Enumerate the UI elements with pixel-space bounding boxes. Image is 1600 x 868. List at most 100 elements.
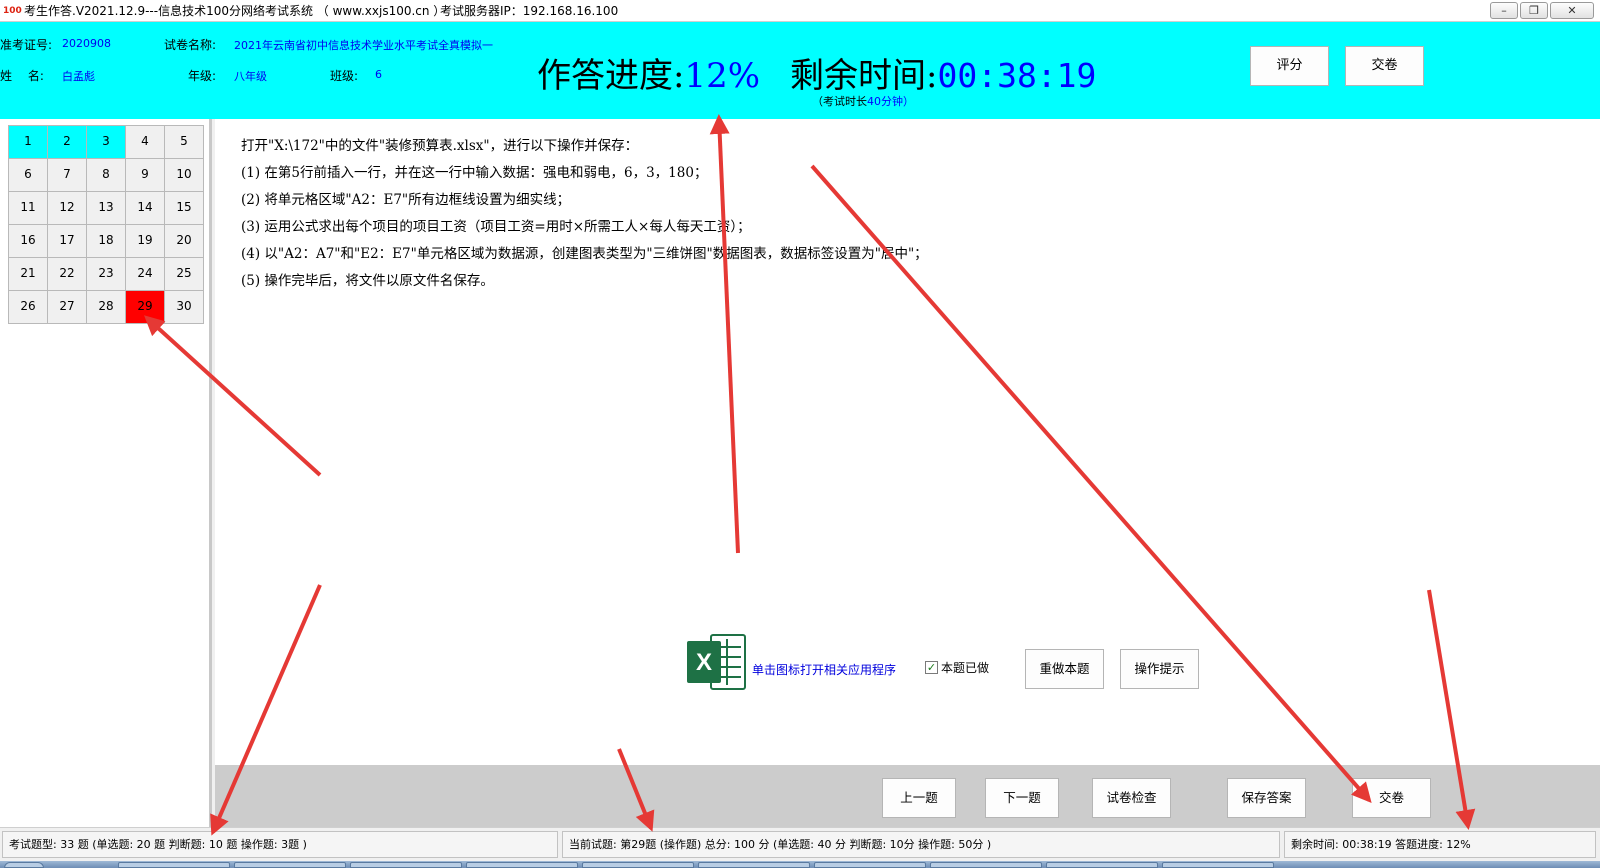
operation-hint-button[interactable]: 操作提示 <box>1120 649 1199 689</box>
question-number-cell[interactable]: 26 <box>8 290 48 324</box>
check-paper-button[interactable]: 试卷检查 <box>1092 778 1171 818</box>
taskbar-item[interactable] <box>466 862 578 868</box>
status-exam-summary: 考试题型: 33 题 (单选题: 20 题 判断题: 10 题 操作题: 3题 … <box>2 831 558 858</box>
question-number-cell[interactable]: 4 <box>125 125 165 159</box>
server-ip-label: 考试服务器IP：192.168.16.100 <box>440 4 619 18</box>
redo-question-button[interactable]: 重做本题 <box>1025 649 1104 689</box>
question-number-cell[interactable]: 24 <box>125 257 165 291</box>
class-value: 6 <box>375 68 382 81</box>
duration-prefix: （考试时长 <box>812 95 867 108</box>
os-taskbar <box>0 861 1600 868</box>
taskbar-item[interactable] <box>350 862 462 868</box>
remaining-time-display: 剩余时间:00:38:19 <box>790 48 1096 97</box>
question-number-cell[interactable]: 7 <box>47 158 87 192</box>
question-number-cell[interactable]: 13 <box>86 191 126 225</box>
question-number-cell[interactable]: 21 <box>8 257 48 291</box>
question-number-cell[interactable]: 18 <box>86 224 126 258</box>
question-number-cell[interactable]: 22 <box>47 257 87 291</box>
header-submit-button[interactable]: 交卷 <box>1345 46 1424 86</box>
question-number-cell[interactable]: 28 <box>86 290 126 324</box>
time-value: 00:38:19 <box>937 56 1097 95</box>
save-answer-button[interactable]: 保存答案 <box>1227 778 1306 818</box>
done-checkbox[interactable]: ✓ <box>925 661 938 674</box>
restore-button[interactable]: ❐ <box>1520 2 1548 19</box>
grade-value: 八年级 <box>234 70 267 83</box>
window-titlebar: 100 考生作答.V2021.12.9---信息技术100分网络考试系统 （ w… <box>0 0 1600 22</box>
taskbar-item[interactable] <box>582 862 694 868</box>
window-controls: – ❐ ✕ <box>1490 2 1594 19</box>
done-checkbox-label: 本题已做 <box>941 661 990 675</box>
question-number-cell[interactable]: 12 <box>47 191 87 225</box>
taskbar-item[interactable] <box>698 862 810 868</box>
window-title: 考生作答.V2021.12.9---信息技术100分网络考试系统 （ www.x… <box>24 4 446 18</box>
question-nav-panel: 1 2 3 4 5 6 7 8 9 10 11 12 13 14 15 16 17 18 19 20 21 22 23 24 2… <box>0 119 212 827</box>
taskbar-item[interactable] <box>1046 862 1158 868</box>
question-content-area: 打开"X:\172"中的文件"装修预算表.xlsx"，进行以下操作并保存： (1)… <box>215 119 1600 765</box>
class-label: 班级: <box>330 69 359 83</box>
question-number-cell[interactable]: 11 <box>8 191 48 225</box>
status-current-question: 当前试题: 第29题 (操作题) 总分: 100 分 (单选题: 40 分 判断… <box>562 831 1280 858</box>
taskbar-item[interactable] <box>930 862 1042 868</box>
question-line: (3) 运用公式求出每个项目的项目工资（项目工资=用时×所需工人×每人每天工资）… <box>241 219 751 235</box>
taskbar-item[interactable] <box>234 862 346 868</box>
taskbar-item[interactable] <box>814 862 926 868</box>
question-line: (5) 操作完毕后，将文件以原文件名保存。 <box>241 273 494 289</box>
question-nav-bar: 上一题 下一题 试卷检查 保存答案 交卷 <box>215 765 1600 827</box>
question-number-cell[interactable]: 27 <box>47 290 87 324</box>
taskbar-item[interactable] <box>1162 862 1274 868</box>
paper-label: 试卷名称: <box>164 38 217 52</box>
next-question-button[interactable]: 下一题 <box>985 778 1059 818</box>
score-button[interactable]: 评分 <box>1250 46 1329 86</box>
close-button[interactable]: ✕ <box>1550 2 1594 19</box>
exam-header: 准考证号: 2020908 试卷名称: 2021年云南省初中信息技术学业水平考试… <box>0 22 1600 119</box>
name-label: 姓 名: <box>0 69 44 83</box>
question-number-cell[interactable]: 15 <box>164 191 204 225</box>
excel-icon[interactable]: X <box>685 631 747 693</box>
start-button[interactable] <box>4 862 44 868</box>
name-value: 白孟彪 <box>62 70 95 83</box>
question-number-cell[interactable]: 30 <box>164 290 204 324</box>
ticket-label: 准考证号: <box>0 38 53 52</box>
question-number-cell[interactable]: 20 <box>164 224 204 258</box>
minimize-button[interactable]: – <box>1490 2 1518 19</box>
time-label: 剩余时间: <box>790 56 938 96</box>
progress-display: 作答进度:12% <box>537 48 760 97</box>
question-number-cell[interactable]: 5 <box>164 125 204 159</box>
question-number-cell[interactable]: 14 <box>125 191 165 225</box>
question-text: 打开"X:\172"中的文件"装修预算表.xlsx"，进行以下操作并保存： (1)… <box>241 133 928 295</box>
svg-text:X: X <box>696 649 712 676</box>
ticket-value: 2020908 <box>62 37 111 50</box>
question-number-cell[interactable]: 25 <box>164 257 204 291</box>
question-number-cell[interactable]: 23 <box>86 257 126 291</box>
grade-label: 年级: <box>188 69 217 83</box>
question-line: 打开"X:\172"中的文件"装修预算表.xlsx"，进行以下操作并保存： <box>241 138 639 154</box>
status-time-progress: 剩余时间: 00:38:19 答题进度: 12% <box>1284 831 1596 858</box>
question-line: (4) 以"A2：A7"和"E2：E7"单元格区域为数据源，创建图表类型为"三维… <box>241 246 928 262</box>
question-number-cell[interactable]: 8 <box>86 158 126 192</box>
question-done-toggle[interactable]: ✓ 本题已做 <box>925 659 989 676</box>
question-number-cell[interactable]: 17 <box>47 224 87 258</box>
question-line: (1) 在第5行前插入一行，并在这一行中输入数据：强电和弱电，6，3，180； <box>241 165 708 181</box>
paper-value: 2021年云南省初中信息技术学业水平考试全真模拟一 <box>234 39 493 52</box>
progress-label: 作答进度: <box>537 56 685 96</box>
app-icon: 100 <box>3 6 22 16</box>
question-number-cell[interactable]: 1 <box>8 125 48 159</box>
question-number-cell[interactable]: 29 <box>125 290 165 324</box>
question-number-cell[interactable]: 16 <box>8 224 48 258</box>
status-bar: 考试题型: 33 题 (单选题: 20 题 判断题: 10 题 操作题: 3题 … <box>0 827 1600 861</box>
question-number-cell[interactable]: 10 <box>164 158 204 192</box>
question-number-cell[interactable]: 9 <box>125 158 165 192</box>
taskbar-item[interactable] <box>118 862 230 868</box>
submit-paper-button[interactable]: 交卷 <box>1352 778 1431 818</box>
prev-question-button[interactable]: 上一题 <box>882 778 956 818</box>
question-number-grid: 1 2 3 4 5 6 7 8 9 10 11 12 13 14 15 16 17 18 19 20 21 22 23 24 2… <box>8 125 204 324</box>
question-number-cell[interactable]: 3 <box>86 125 126 159</box>
question-number-cell[interactable]: 19 <box>125 224 165 258</box>
exam-duration-note: （考试时长40分钟） <box>812 93 914 109</box>
question-number-cell[interactable]: 2 <box>47 125 87 159</box>
question-line: (2) 将单元格区域"A2：E7"所有边框线设置为细实线； <box>241 192 571 208</box>
progress-value: 12% <box>684 56 761 96</box>
open-app-link[interactable]: 单击图标打开相关应用程序 <box>752 661 896 678</box>
duration-value: 40分钟） <box>867 95 914 108</box>
question-number-cell[interactable]: 6 <box>8 158 48 192</box>
